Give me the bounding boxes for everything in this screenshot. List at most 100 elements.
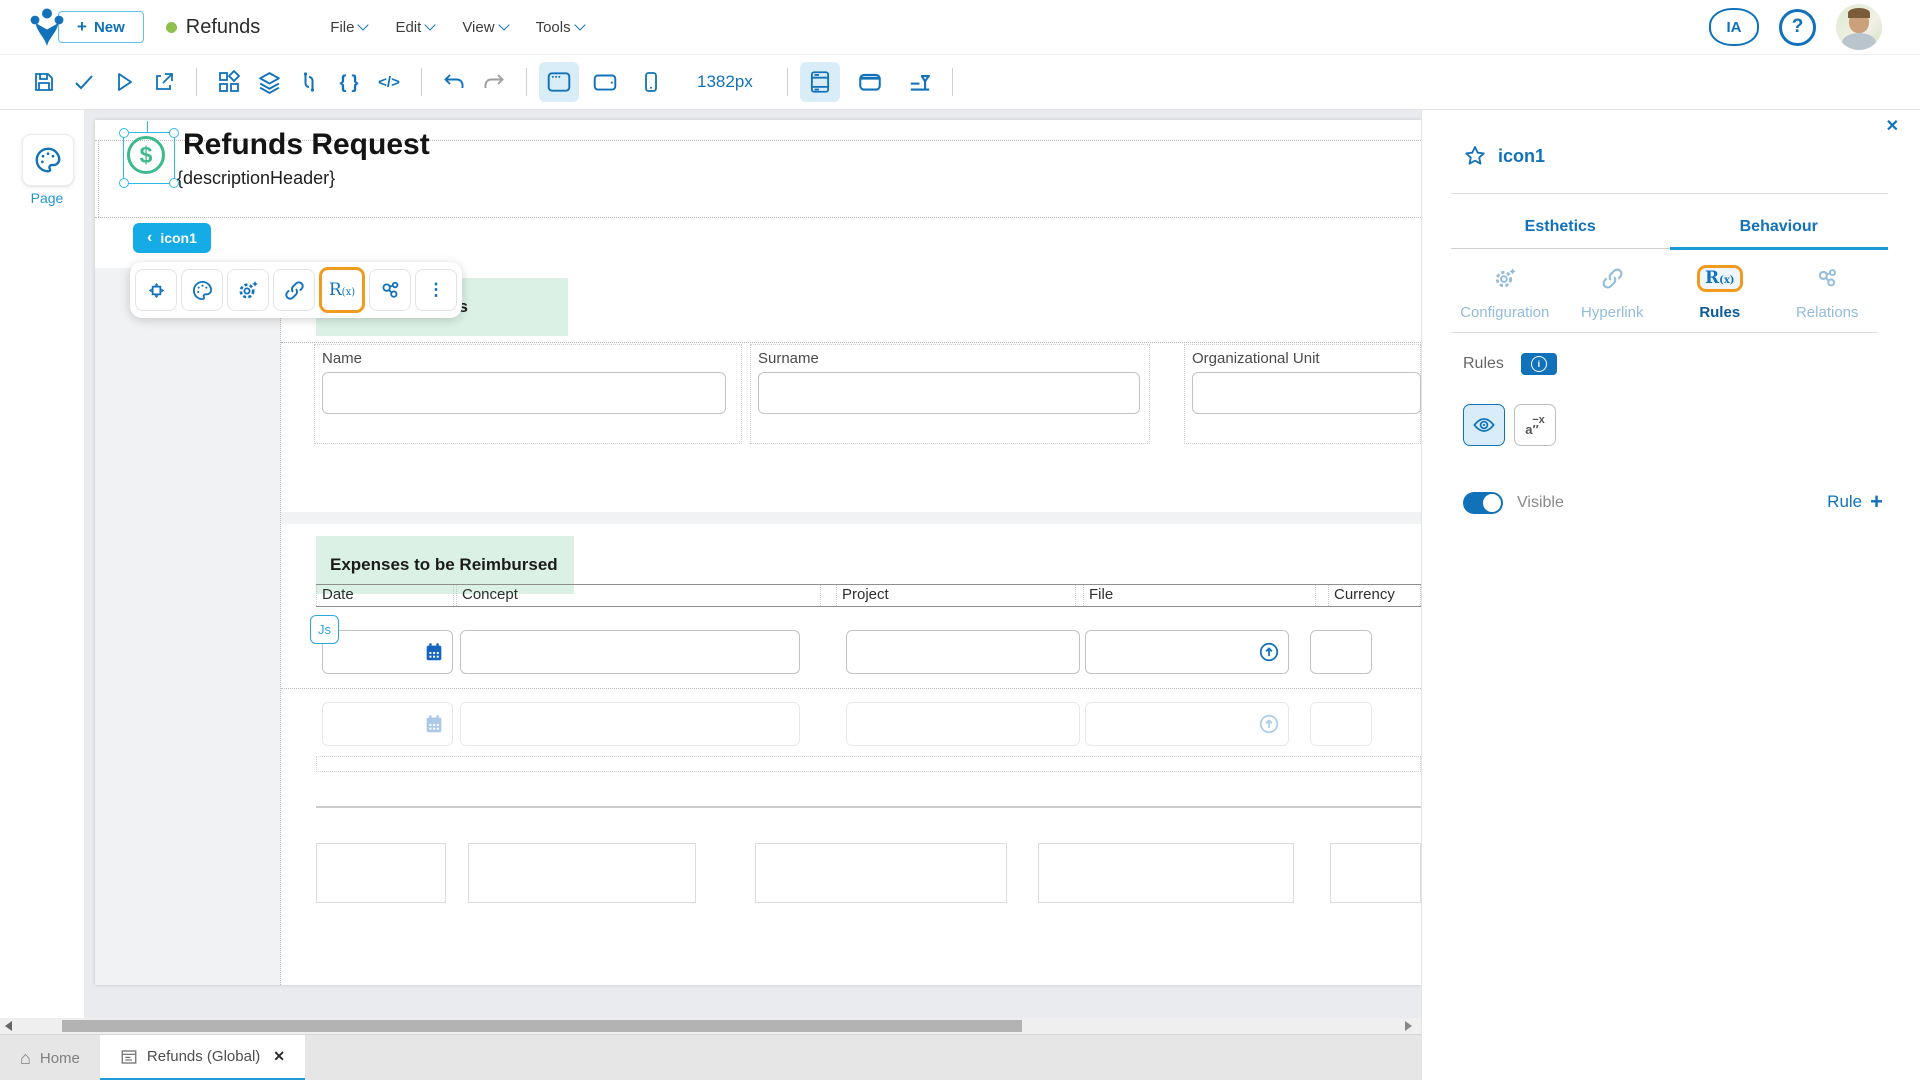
calendar-icon[interactable] bbox=[423, 641, 445, 663]
file-cell-input[interactable] bbox=[1085, 630, 1289, 674]
empty-cell[interactable] bbox=[755, 843, 1007, 903]
date-cell-input[interactable] bbox=[322, 702, 453, 746]
design-canvas[interactable]: $ Refunds Request {descriptionHeader} ‹ … bbox=[84, 108, 1421, 1018]
visible-toggle-row: Visible bbox=[1463, 492, 1564, 514]
form-title[interactable]: Refunds Request bbox=[183, 128, 430, 162]
menu-edit[interactable]: Edit bbox=[395, 19, 436, 36]
settings-gear-icon[interactable] bbox=[227, 269, 269, 311]
form-subtitle[interactable]: {descriptionHeader} bbox=[177, 168, 335, 189]
col-header-concept[interactable]: Concept bbox=[456, 585, 821, 606]
viewport-width-value: 1382px bbox=[697, 72, 753, 91]
rules-rx-icon: R(x) bbox=[1696, 260, 1743, 296]
horizontal-scrollbar[interactable] bbox=[0, 1018, 1421, 1034]
js-rule-badge[interactable]: Js bbox=[310, 615, 339, 644]
tab-refunds-global[interactable]: Refunds (Global) ✕ bbox=[99, 1035, 306, 1080]
date-cell-input[interactable] bbox=[322, 630, 453, 674]
concept-cell-input[interactable] bbox=[460, 702, 800, 746]
components-icon[interactable] bbox=[209, 62, 249, 102]
name-field-input[interactable] bbox=[322, 372, 726, 414]
calendar-icon bbox=[426, 715, 442, 733]
scrollbar-thumb[interactable] bbox=[62, 1020, 1022, 1032]
layout-panels-icon[interactable] bbox=[799, 62, 840, 102]
app-logo[interactable] bbox=[26, 6, 68, 48]
page-palette-button[interactable] bbox=[22, 134, 74, 186]
rename-rule-button[interactable]: −x a″ bbox=[1514, 404, 1556, 446]
add-rule-link[interactable]: Rule + bbox=[1827, 489, 1883, 515]
save-icon[interactable] bbox=[24, 62, 64, 102]
menu-tools[interactable]: Tools bbox=[536, 19, 586, 36]
subtab-rules[interactable]: R(x) Rules bbox=[1666, 260, 1774, 321]
concept-cell-input[interactable] bbox=[460, 630, 800, 674]
dotted-guide bbox=[281, 688, 1421, 689]
project-cell-input[interactable] bbox=[846, 702, 1080, 746]
export-icon[interactable] bbox=[144, 62, 184, 102]
rename-icon: −x a″ bbox=[1525, 414, 1545, 437]
tab-behaviour[interactable]: Behaviour bbox=[1669, 204, 1888, 250]
braces-icon[interactable]: { } bbox=[329, 62, 369, 102]
upload-icon[interactable] bbox=[1258, 641, 1280, 663]
subtab-configuration[interactable]: Configuration bbox=[1451, 260, 1559, 321]
rules-rx-icon[interactable]: R(x) bbox=[319, 267, 365, 313]
col-header-currency[interactable]: Currency bbox=[1328, 585, 1421, 606]
run-icon[interactable] bbox=[104, 62, 144, 102]
header-icon-selection[interactable]: $ bbox=[119, 121, 179, 188]
col-header-file[interactable]: File bbox=[1083, 585, 1316, 606]
new-button[interactable]: + New bbox=[58, 11, 144, 43]
scroll-right-icon[interactable] bbox=[1405, 1021, 1412, 1031]
star-icon[interactable] bbox=[1463, 144, 1487, 168]
menu-file[interactable]: File bbox=[330, 19, 370, 36]
theme-palette-icon[interactable] bbox=[181, 269, 223, 311]
more-options-icon[interactable]: ⋮ bbox=[415, 269, 457, 311]
currency-cell-input[interactable] bbox=[1310, 702, 1372, 746]
tab-home[interactable]: ⌂ Home bbox=[0, 1035, 100, 1080]
move-icon[interactable] bbox=[135, 269, 177, 311]
subtab-relations[interactable]: Relations bbox=[1774, 260, 1882, 321]
visible-toggle[interactable] bbox=[1463, 492, 1503, 514]
dollar-glyph: $ bbox=[139, 141, 153, 168]
info-badge[interactable]: i bbox=[1520, 353, 1557, 375]
status-dot-icon bbox=[165, 21, 177, 33]
phone-preview-icon[interactable] bbox=[631, 62, 671, 102]
col-header-project[interactable]: Project bbox=[836, 585, 1076, 606]
subtab-hyperlink[interactable]: Hyperlink bbox=[1559, 260, 1667, 321]
empty-cell[interactable] bbox=[1038, 843, 1294, 903]
undo-icon[interactable] bbox=[434, 62, 474, 102]
empty-cell[interactable] bbox=[1330, 843, 1421, 903]
connectors-icon[interactable] bbox=[289, 62, 329, 102]
user-avatar[interactable] bbox=[1836, 4, 1882, 50]
menu-view-label: View bbox=[462, 18, 495, 36]
validate-icon[interactable] bbox=[64, 62, 104, 102]
close-tab-icon[interactable]: ✕ bbox=[273, 1048, 285, 1065]
tab-esthetics[interactable]: Esthetics bbox=[1451, 204, 1670, 250]
hyperlink-icon[interactable] bbox=[273, 269, 315, 311]
orgunit-field-input[interactable] bbox=[1192, 372, 1421, 414]
visible-rule-button[interactable] bbox=[1463, 404, 1505, 446]
col-header-date[interactable]: Date bbox=[316, 585, 454, 606]
desktop-preview-icon[interactable] bbox=[539, 62, 579, 102]
dotted-guide bbox=[281, 342, 1421, 343]
redo-icon[interactable] bbox=[474, 62, 514, 102]
currency-cell-input[interactable] bbox=[1310, 630, 1372, 674]
close-panel-icon[interactable]: ✕ bbox=[1886, 116, 1899, 136]
empty-cell[interactable] bbox=[316, 843, 446, 903]
distribute-icon[interactable] bbox=[900, 62, 940, 102]
relations-icon[interactable] bbox=[369, 269, 411, 311]
top-header: + New Refunds File Edit View Tools IA ? bbox=[0, 0, 1920, 54]
divider bbox=[1451, 332, 1878, 333]
empty-cell[interactable] bbox=[468, 843, 696, 903]
project-cell-input[interactable] bbox=[846, 630, 1080, 674]
selected-element-chip[interactable]: ‹ icon1 bbox=[133, 223, 211, 253]
surname-field-input[interactable] bbox=[758, 372, 1140, 414]
scroll-left-icon[interactable] bbox=[5, 1021, 12, 1031]
form-icon bbox=[121, 1049, 137, 1064]
window-icon[interactable] bbox=[850, 62, 890, 102]
file-cell-input[interactable] bbox=[1085, 702, 1289, 746]
dollar-circle-icon[interactable]: $ bbox=[127, 136, 165, 174]
tablet-preview-icon[interactable] bbox=[585, 62, 625, 102]
layers-icon[interactable] bbox=[249, 62, 289, 102]
menu-view[interactable]: View bbox=[462, 18, 510, 36]
help-button[interactable]: ? bbox=[1779, 8, 1816, 46]
ia-assistant-button[interactable]: IA bbox=[1709, 8, 1759, 46]
close-glyph: ✕ bbox=[1885, 118, 1899, 135]
source-code-icon[interactable]: </> bbox=[369, 62, 409, 102]
